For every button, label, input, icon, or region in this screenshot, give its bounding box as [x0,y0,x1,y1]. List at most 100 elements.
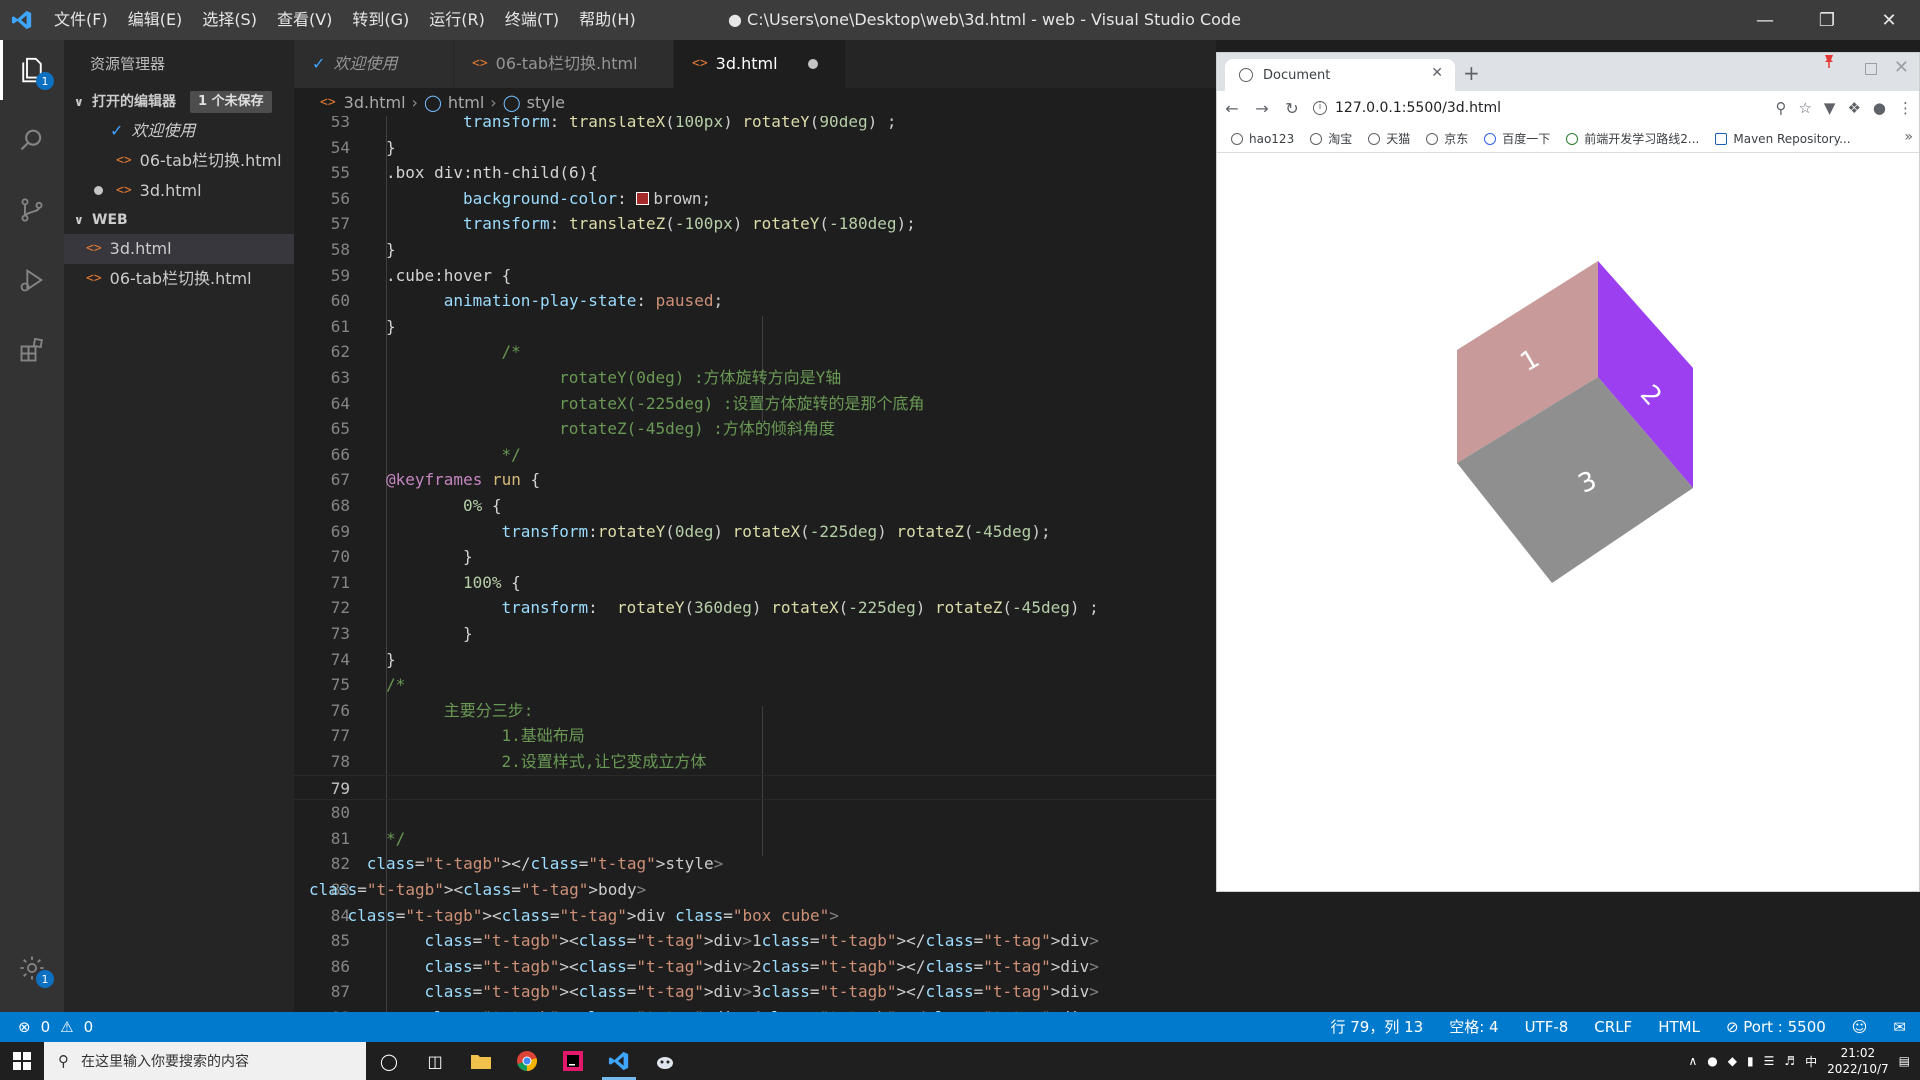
extension-pin-icon[interactable] [1821,53,1837,69]
code-line[interactable]: 64 rotateX(-225deg) :设置方体旋转的是那个底角 [294,391,1216,417]
taskbar-search[interactable]: ⚲ 在这里输入你要搜索的内容 [44,1042,366,1080]
feedback-icon[interactable]: ☺ [1852,1012,1868,1042]
zoom-icon[interactable]: ⚲ [1775,99,1786,117]
code-line[interactable]: 65 rotateZ(-45deg) :方体的倾斜角度 [294,416,1216,442]
code-line[interactable]: 88 class="t-tagb"><class="t-tag">div>4cla… [294,1005,1216,1012]
menu-help[interactable]: 帮助(H) [569,0,646,40]
menu-terminal[interactable]: 终端(T) [495,0,569,40]
bookmark-baidu[interactable]: 百度一下 [1484,130,1550,147]
bookmark-tmall[interactable]: 天猫 [1368,130,1410,147]
breadcrumb-file[interactable]: 3d.html [344,93,406,112]
bookmark-taobao[interactable]: 淘宝 [1310,130,1352,147]
minimize-icon[interactable]: — [1734,0,1796,40]
menu-dots-icon[interactable]: ⋮ [1898,99,1913,117]
extensions-icon[interactable] [14,332,50,368]
code-line[interactable]: 66 */ [294,442,1216,468]
code-line[interactable]: 63 rotateY(0deg) :方体旋转方向是Y轴 [294,365,1216,391]
open-editor-3d-html[interactable]: <> 3d.html [64,176,294,206]
code-line[interactable]: 76 主要分三步: [294,698,1216,724]
bookmark-jd[interactable]: 京东 [1426,130,1468,147]
profile-icon[interactable]: ● [1873,99,1886,117]
code-line[interactable]: 74} [294,647,1216,673]
app-bird-icon[interactable] [642,1042,688,1080]
cube-render[interactable]: 1 2 3 [1217,153,1919,891]
code-line[interactable]: 79 [294,774,1216,801]
code-line[interactable]: 84 class="t-tagb"><class="t-tag">div clas… [294,903,1216,929]
windows-start-icon[interactable] [0,1042,44,1080]
code-line[interactable]: 60 animation-play-state: paused; [294,288,1216,314]
folder-web-section[interactable]: ∨ WEB [64,206,294,234]
code-line[interactable]: 87 class="t-tagb"><class="t-tag">div>3cla… [294,979,1216,1005]
explorer-icon[interactable]: 1 [14,52,54,90]
run-debug-icon[interactable] [14,262,50,298]
tab-tab-html[interactable]: <> 06-tab栏切换.html [454,40,674,88]
code-line[interactable]: 82 class="t-tagb"></class="t-tag">style> [294,851,1216,877]
code-line[interactable]: 80 [294,800,1216,826]
battery-icon[interactable]: ▮ [1747,1054,1754,1068]
line-ending[interactable]: CRLF [1594,1012,1632,1042]
maximize-icon[interactable] [1865,63,1877,75]
menu-go[interactable]: 转到(G) [342,0,419,40]
indentation[interactable]: 空格: 4 [1449,1012,1498,1042]
file-explorer-icon[interactable] [458,1042,504,1080]
code-line[interactable]: 53 transform: translateX(100px) rotateY(9… [294,116,1216,135]
pycharm-icon[interactable] [550,1042,596,1080]
source-control-icon[interactable] [14,192,50,228]
reload-icon[interactable]: ↻ [1277,99,1307,118]
extension-icon[interactable]: ▼ [1824,99,1836,117]
code-line[interactable]: 86 class="t-tagb"><class="t-tag">div>2cla… [294,954,1216,980]
code-line[interactable]: 68 0% { [294,493,1216,519]
code-line[interactable]: 73} [294,621,1216,647]
tab-welcome[interactable]: ✓ 欢迎使用 [294,40,454,88]
encoding[interactable]: UTF-8 [1525,1012,1569,1042]
code-line[interactable]: 85 class="t-tagb"><class="t-tag">div>1cla… [294,928,1216,954]
tray-chevron-up-icon[interactable]: ∧ [1688,1054,1697,1068]
volume-icon[interactable]: ♬ [1784,1054,1795,1068]
ime-indicator[interactable]: 中 [1805,1053,1817,1070]
tab-3d-html[interactable]: <> 3d.html [674,40,846,88]
menu-edit[interactable]: 编辑(E) [118,0,193,40]
menu-view[interactable]: 查看(V) [267,0,342,40]
info-icon[interactable]: i [1313,101,1327,115]
code-line[interactable]: 83 class="t-tagb"><class="t-tag">body> [294,877,1216,903]
tray-app-icon[interactable]: ◆ [1728,1054,1737,1068]
code-editor[interactable]: 53 transform: translateX(100px) rotateY(9… [294,116,1216,1012]
action-center-icon[interactable]: ▤ [1899,1054,1910,1068]
code-line[interactable]: 57 transform: translateZ(-100px) rotateY(… [294,211,1216,237]
network-icon[interactable]: ☰ [1764,1054,1775,1068]
browser-tab[interactable]: Document ✕ [1225,59,1455,91]
status-problems[interactable]: ⊗ 0 ⚠ 0 [18,1012,93,1042]
restore-icon[interactable]: ❐ [1796,0,1858,40]
file-3d-html[interactable]: <> 3d.html [64,234,294,264]
code-line[interactable]: 78 2.设置样式,让它变成立方体 [294,749,1216,775]
microphone-icon[interactable]: ● [1707,1054,1717,1068]
menu-selection[interactable]: 选择(S) [192,0,267,40]
code-line[interactable]: 69 transform:rotateY(0deg) rotateX(-225de… [294,519,1216,545]
open-editor-tab-html[interactable]: <> 06-tab栏切换.html [64,146,294,176]
code-line[interactable]: 67 @keyframes run { [294,467,1216,493]
code-line[interactable]: 59 .cube:hover { [294,263,1216,289]
code-line[interactable]: 77 1.基础布局 [294,723,1216,749]
code-line[interactable]: 54} [294,135,1216,161]
more-bookmarks-icon[interactable]: » [1904,129,1913,145]
bookmark-maven[interactable]: Maven Repository... [1715,132,1851,146]
code-line[interactable]: 58} [294,237,1216,263]
code-line[interactable]: 61} [294,314,1216,340]
code-line[interactable]: 55 .box div:nth-child(6){ [294,160,1216,186]
search-icon[interactable] [14,122,50,158]
bookmark-star-icon[interactable]: ☆ [1798,99,1811,117]
menu-file[interactable]: 文件(F) [44,0,118,40]
chrome-icon[interactable] [504,1042,550,1080]
back-icon[interactable]: ← [1217,99,1247,118]
code-line[interactable]: 72 transform: rotateY(360deg) rotateX(-22… [294,595,1216,621]
close-icon[interactable]: ✕ [1858,0,1920,40]
clock[interactable]: 21:02 2022/10/7 [1827,1045,1889,1077]
cortana-icon[interactable]: ◯ [366,1042,412,1080]
code-line[interactable]: 81 */ [294,826,1216,852]
vscode-taskbar-icon[interactable] [596,1042,642,1080]
code-line[interactable]: 56 background-color: brown; [294,186,1216,212]
breadcrumb-style[interactable]: style [527,93,565,112]
language-mode[interactable]: HTML [1658,1012,1700,1042]
file-tab-html[interactable]: <> 06-tab栏切换.html [64,264,294,294]
notifications-icon[interactable]: ✉ [1893,1012,1906,1042]
